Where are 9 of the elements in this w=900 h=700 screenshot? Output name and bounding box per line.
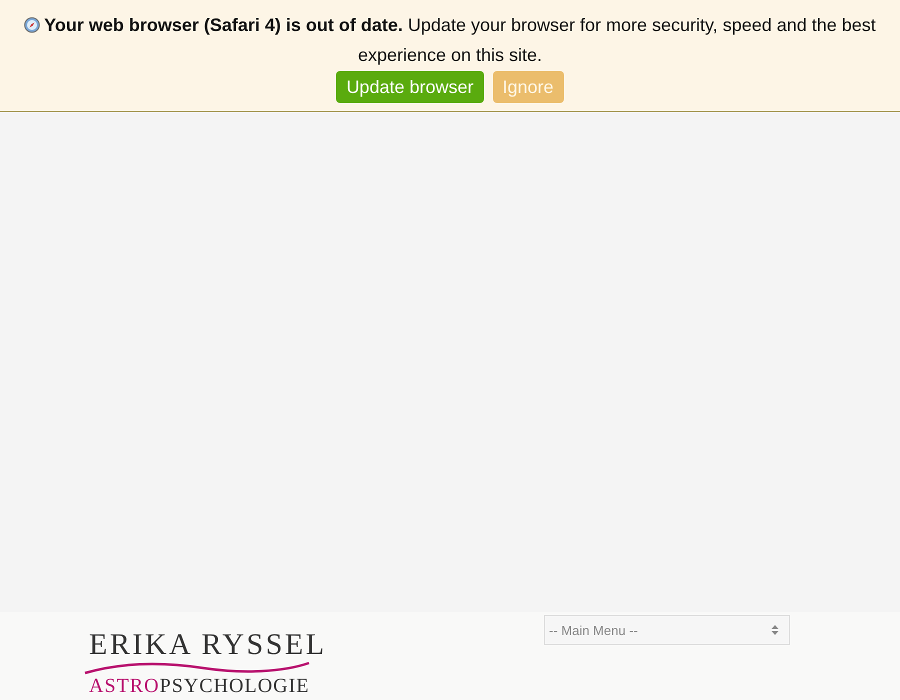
swoosh-icon [83,660,311,676]
main-menu-select[interactable]: -- Main Menu -- [544,615,790,645]
notice-button[interactable]: Update browser [336,71,484,103]
outdated-browser-message: Your web browser (Safari 4) is out of date. Update your browser for more security, speed and the best experience on this site. [10,10,890,70]
logo-tagline: ASTROPSYCHOLOGIE [88,676,310,696]
updown-icon [771,625,779,635]
notice-button[interactable]: Ignore [492,71,564,103]
compass-icon [24,17,40,33]
logo-name: ERIKA RYSSEL [88,630,328,660]
